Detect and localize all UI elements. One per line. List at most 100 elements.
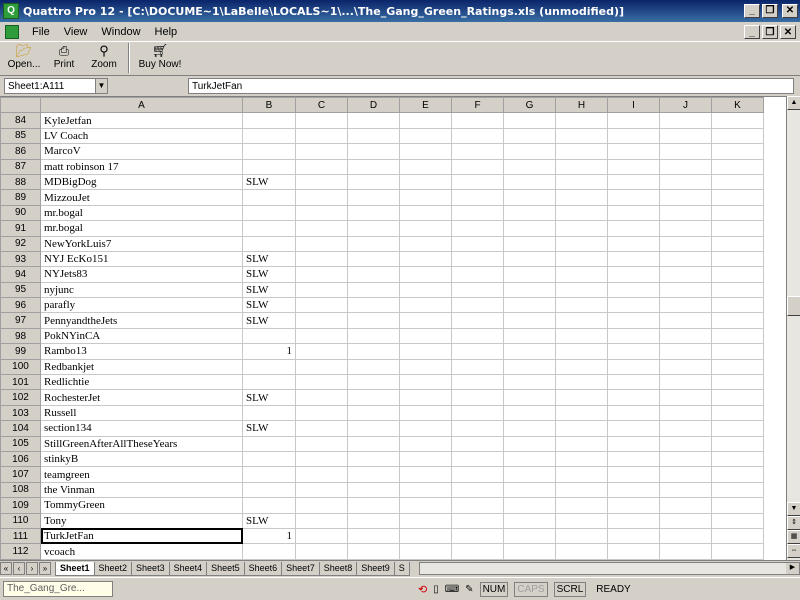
cell-empty[interactable] (451, 112, 504, 129)
cell-a[interactable]: PennyandtheJets (40, 312, 243, 329)
cell-empty[interactable] (711, 450, 764, 468)
cell-empty[interactable] (607, 173, 660, 191)
split-pane-icon[interactable]: ⇕ (787, 516, 800, 530)
column-header-h[interactable]: H (555, 97, 608, 114)
column-header-b[interactable]: B (242, 97, 296, 114)
row-header[interactable]: 93 (0, 250, 41, 268)
cell-empty[interactable] (711, 143, 764, 160)
cell-empty[interactable] (555, 435, 608, 452)
cell-empty[interactable] (555, 281, 608, 299)
cell-empty[interactable] (451, 512, 504, 529)
restore-button[interactable]: ❐ (762, 4, 778, 18)
cell-empty[interactable] (555, 389, 608, 406)
scroll-down-icon[interactable]: ▼ (787, 502, 800, 516)
cell-a[interactable]: LV Coach (40, 127, 243, 145)
sheet-tab[interactable]: Sheet3 (131, 561, 170, 576)
quattro-app-icon[interactable]: Q (3, 3, 19, 19)
cell-empty[interactable] (659, 297, 712, 314)
first-sheet-icon[interactable]: « (0, 562, 12, 575)
cell-empty[interactable] (711, 158, 764, 175)
cell-b[interactable]: 1 (242, 343, 296, 360)
row-header[interactable]: 110 (0, 512, 41, 529)
cell-empty[interactable] (295, 112, 348, 129)
row-header[interactable]: 106 (0, 450, 41, 468)
cell-empty[interactable] (399, 450, 452, 468)
menu-view[interactable]: View (57, 26, 95, 38)
cell-b[interactable] (242, 466, 296, 483)
cell-empty[interactable] (347, 127, 400, 145)
cell-empty[interactable] (451, 127, 504, 145)
cell-empty[interactable] (295, 358, 348, 376)
cell-empty[interactable] (451, 527, 504, 545)
cell-b[interactable]: 1 (242, 527, 296, 545)
row-header[interactable]: 96 (0, 297, 41, 314)
cell-empty[interactable] (711, 481, 764, 499)
cell-a[interactable]: Tony (40, 512, 243, 529)
cell-empty[interactable] (659, 112, 712, 129)
cell-empty[interactable] (503, 543, 556, 560)
cell-b[interactable] (242, 189, 296, 206)
cell-empty[interactable] (451, 327, 504, 345)
cell-b[interactable]: SLW (242, 281, 296, 299)
row-header[interactable]: 100 (0, 358, 41, 376)
sheet-tab[interactable]: Sheet4 (168, 561, 208, 576)
minimize-button[interactable]: _ (744, 4, 760, 18)
cell-empty[interactable] (399, 527, 452, 545)
cell-empty[interactable] (503, 389, 556, 406)
cell-reference-box[interactable]: Sheet1:A111 ▼ (4, 78, 108, 94)
cell-empty[interactable] (399, 435, 452, 452)
cell-b[interactable] (242, 481, 296, 499)
cell-empty[interactable] (659, 158, 712, 175)
menu-window[interactable]: Window (94, 26, 147, 38)
last-sheet-icon[interactable]: » (39, 562, 51, 575)
cell-empty[interactable] (607, 235, 660, 252)
cell-empty[interactable] (295, 420, 348, 437)
cell-empty[interactable] (295, 450, 348, 468)
cell-a[interactable]: teamgreen (40, 466, 243, 483)
cell-empty[interactable] (503, 250, 556, 268)
cell-empty[interactable] (711, 420, 764, 437)
cell-empty[interactable] (659, 389, 712, 406)
cell-b[interactable]: SLW (242, 297, 296, 314)
doc-minimize-button[interactable]: _ (744, 24, 760, 39)
cell-empty[interactable] (347, 312, 400, 329)
cell-empty[interactable] (451, 204, 504, 222)
print-button[interactable]: ⎙ Print (44, 42, 84, 74)
cell-empty[interactable] (555, 189, 608, 206)
cell-b[interactable] (242, 127, 296, 145)
cell-empty[interactable] (503, 343, 556, 360)
cell-empty[interactable] (503, 297, 556, 314)
cell-empty[interactable] (659, 543, 712, 560)
cell-empty[interactable] (503, 143, 556, 160)
cell-a[interactable]: Russell (40, 404, 243, 422)
row-header[interactable]: 101 (0, 374, 41, 391)
cell-empty[interactable] (607, 481, 660, 499)
cell-empty[interactable] (347, 527, 400, 545)
cell-empty[interactable] (607, 158, 660, 175)
cell-b[interactable] (242, 358, 296, 376)
cell-empty[interactable] (711, 297, 764, 314)
cell-empty[interactable] (659, 266, 712, 283)
cell-empty[interactable] (711, 112, 764, 129)
cell-b[interactable]: SLW (242, 512, 296, 529)
cell-empty[interactable] (347, 497, 400, 514)
cell-empty[interactable] (451, 358, 504, 376)
column-header-e[interactable]: E (399, 97, 452, 114)
cell-empty[interactable] (451, 497, 504, 514)
cell-empty[interactable] (711, 173, 764, 191)
cell-empty[interactable] (399, 497, 452, 514)
sheet-tab[interactable]: Sheet1 (55, 561, 95, 576)
cell-empty[interactable] (503, 281, 556, 299)
cell-empty[interactable] (451, 374, 504, 391)
status-document[interactable]: The_Gang_Gre... (3, 581, 113, 597)
cell-a[interactable]: the Vinman (40, 481, 243, 499)
cell-empty[interactable] (607, 527, 660, 545)
cell-empty[interactable] (347, 543, 400, 560)
cell-empty[interactable] (399, 235, 452, 252)
cell-empty[interactable] (347, 281, 400, 299)
cell-empty[interactable] (607, 143, 660, 160)
cell-empty[interactable] (607, 266, 660, 283)
cell-empty[interactable] (295, 374, 348, 391)
cell-empty[interactable] (295, 466, 348, 483)
cell-empty[interactable] (503, 450, 556, 468)
